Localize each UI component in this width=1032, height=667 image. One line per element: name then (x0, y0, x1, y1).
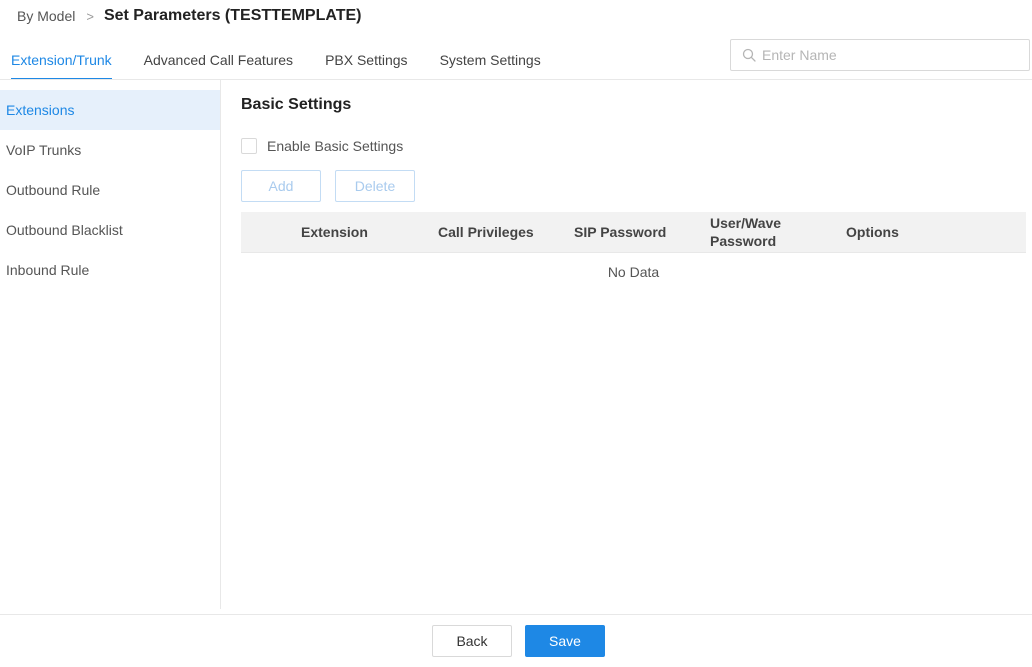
delete-button[interactable]: Delete (335, 170, 415, 202)
sidebar-item-inbound-rule[interactable]: Inbound Rule (0, 250, 220, 290)
tab-extension-trunk[interactable]: Extension/Trunk (11, 48, 112, 80)
tab-bar: Extension/Trunk Advanced Call Features P… (11, 48, 573, 80)
tab-system-settings[interactable]: System Settings (440, 48, 541, 80)
column-header-user-wave-password: User/Wave Password (710, 215, 782, 249)
page-title: Set Parameters (TESTTEMPLATE) (103, 7, 362, 24)
breadcrumb-separator: > (86, 8, 94, 24)
save-button[interactable]: Save (525, 625, 605, 657)
table-empty-text: No Data (607, 264, 660, 280)
enable-basic-settings-row[interactable]: Enable Basic Settings (241, 138, 403, 154)
breadcrumb-by-model-link[interactable]: By Model (17, 8, 75, 24)
sidebar-item-outbound-blacklist[interactable]: Outbound Blacklist (0, 210, 220, 250)
footer-divider (0, 614, 1032, 615)
column-header-options: Options (846, 224, 899, 240)
sidebar-item-outbound-rule[interactable]: Outbound Rule (0, 170, 220, 210)
search-icon (742, 48, 756, 62)
column-header-extension: Extension (301, 224, 368, 240)
tab-advanced-call-features[interactable]: Advanced Call Features (144, 48, 293, 80)
table-header: Extension Call Privileges SIP Password U… (241, 212, 1026, 253)
back-button[interactable]: Back (432, 625, 512, 657)
search-input[interactable] (762, 47, 1022, 63)
column-header-sip-password: SIP Password (574, 224, 667, 240)
enable-basic-settings-label: Enable Basic Settings (267, 138, 404, 154)
section-title: Basic Settings (241, 96, 352, 113)
add-button[interactable]: Add (241, 170, 321, 202)
search-box[interactable] (730, 39, 1030, 71)
tab-pbx-settings[interactable]: PBX Settings (325, 48, 408, 80)
sidebar: Extensions VoIP Trunks Outbound Rule Out… (0, 80, 221, 609)
breadcrumb: By Model > Set Parameters (TESTTEMPLATE) (17, 6, 362, 26)
enable-basic-settings-checkbox[interactable] (241, 138, 257, 154)
column-header-call-privileges: Call Privileges (438, 224, 534, 240)
sidebar-item-voip-trunks[interactable]: VoIP Trunks (0, 130, 220, 170)
sidebar-item-extensions[interactable]: Extensions (0, 90, 220, 130)
extensions-table: Extension Call Privileges SIP Password U… (241, 212, 1026, 293)
